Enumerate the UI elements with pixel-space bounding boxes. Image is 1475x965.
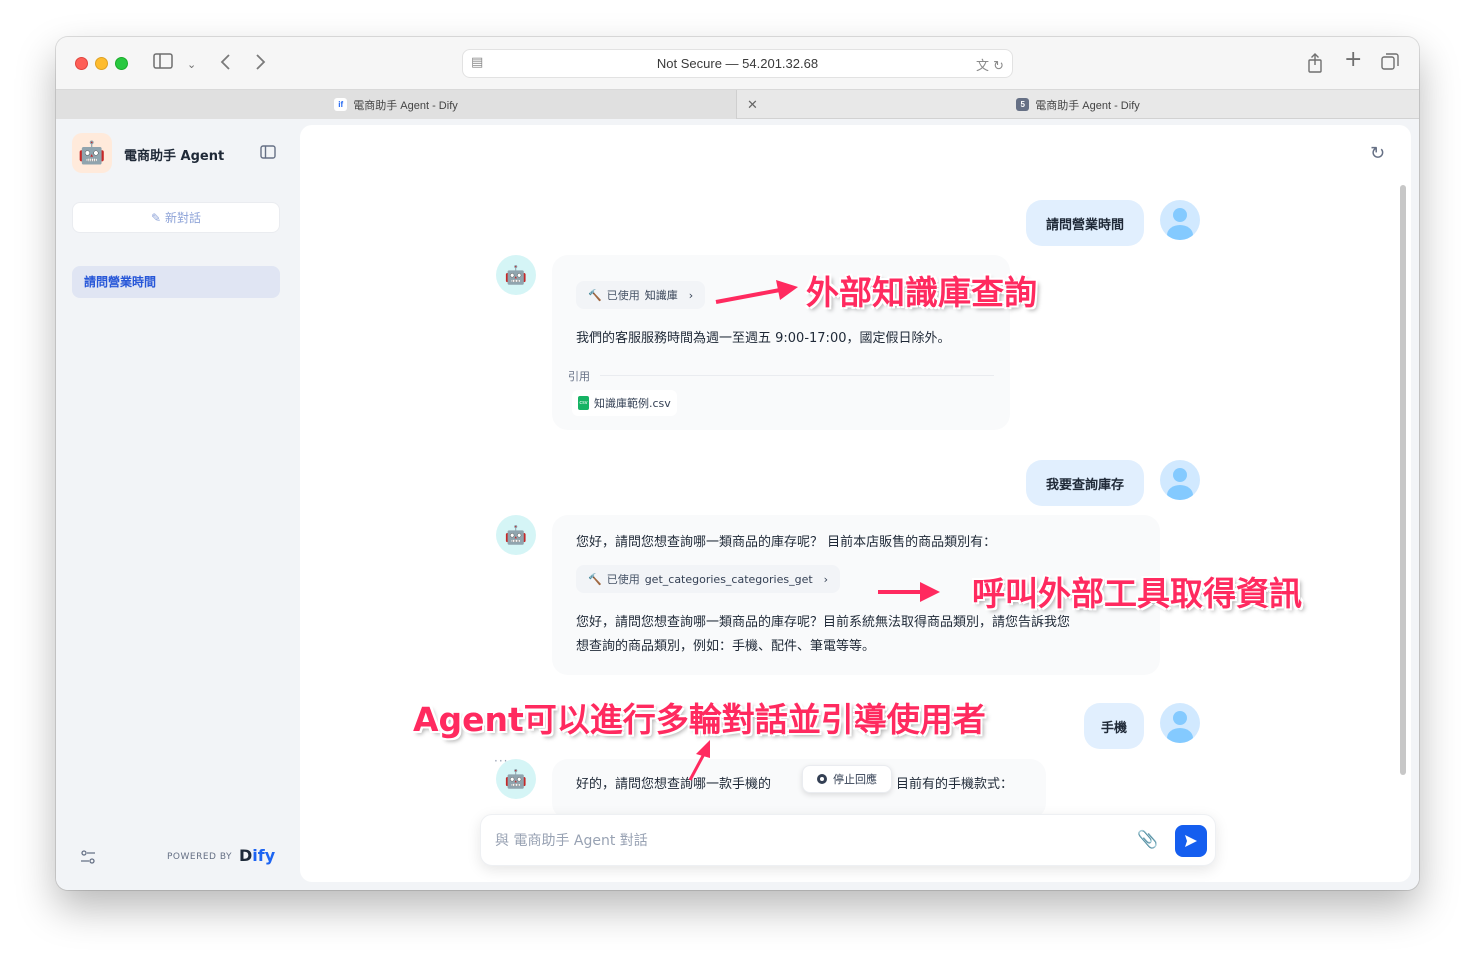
chevron-down-icon[interactable]: ⌄	[187, 55, 196, 75]
stop-label: 停止回應	[833, 773, 877, 786]
dify-logo: Dify	[239, 846, 276, 865]
stop-responding-button[interactable]: 停止回應	[802, 765, 892, 793]
chat-composer: 📎	[480, 814, 1216, 866]
tab-favicon-icon: 5	[1016, 98, 1030, 111]
assistant-message-text: 目前有的手機款式：	[896, 777, 1014, 792]
send-icon	[1185, 835, 1197, 847]
app-name: 電商助手 Agent	[124, 149, 225, 164]
tool-name: 知識庫	[644, 289, 678, 302]
translate-icon[interactable]: 文	[976, 59, 989, 74]
tool-used-label: 已使用	[606, 573, 640, 586]
csv-file-icon: csv	[578, 396, 589, 410]
citation-divider	[600, 375, 994, 376]
send-button[interactable]	[1175, 825, 1207, 857]
app-avatar-robot-icon: 🤖	[72, 133, 112, 173]
tab-inactive[interactable]: ✕ 5 電商助手 Agent - Dify	[737, 90, 1419, 119]
tab-title: 電商助手 Agent - Dify	[353, 99, 458, 112]
tool-hammer-icon: 🔨	[588, 288, 602, 302]
assistant-message-text: 想查詢的商品類別，例如：手機、配件、筆電等等。	[576, 639, 876, 654]
dify-favicon-icon: if	[334, 98, 348, 111]
paperclip-icon[interactable]: 📎	[1137, 830, 1158, 850]
user-avatar	[1160, 703, 1200, 743]
new-chat-label: 新對話	[165, 211, 202, 225]
tool-name: get_categories_categories_get	[644, 572, 813, 586]
chat-scrollbar[interactable]	[1400, 185, 1406, 775]
restart-conversation-icon[interactable]: ↻	[1370, 143, 1385, 164]
tab-bar: if 電商助手 Agent - Dify ✕ 5 電商助手 Agent - Di…	[56, 90, 1419, 119]
user-message: 手機	[1084, 703, 1144, 749]
user-avatar	[1160, 460, 1200, 500]
assistant-message-text: 我們的客服服務時間為週一至週五 9:00-17:00，國定假日除外。	[576, 331, 951, 346]
annotation-tool: 呼叫外部工具取得資訊	[972, 574, 1302, 613]
assistant-avatar-robot-icon: 🤖	[496, 759, 536, 799]
new-tab-icon[interactable]: +	[1344, 49, 1362, 71]
share-icon[interactable]	[1307, 53, 1323, 78]
sidebar-toggle-icon[interactable]	[153, 53, 173, 74]
assistant-message-text: 您好，請問您想查詢哪一類商品的庫存呢？ 目前本店販售的商品類別有：	[576, 535, 997, 550]
assistant-avatar-robot-icon: 🤖	[496, 515, 536, 555]
citation-file-name: 知識庫範例.csv	[594, 397, 671, 410]
tab-overview-icon[interactable]	[1381, 53, 1399, 76]
citation-label: 引用	[568, 370, 590, 383]
powered-by-label: POWERED BY	[167, 852, 233, 862]
browser-window: ⌄ ▤ Not Secure — 54.201.32.68 文 ↻ + if 電…	[56, 37, 1419, 890]
collapse-sidebar-icon[interactable]	[260, 145, 276, 163]
annotation-arrow-tool	[878, 582, 940, 602]
sidebar-item-conversation[interactable]: 請問營業時間	[72, 266, 280, 298]
assistant-message: 好的，請問您想查詢哪一款手機的 目前有的手機款式：	[552, 759, 1046, 819]
chat-input[interactable]	[495, 829, 1115, 853]
maximize-window-button[interactable]	[115, 57, 128, 70]
tool-used-chip[interactable]: 🔨 已使用 知識庫 ›	[576, 281, 706, 309]
assistant-message-text: 好的，請問您想查詢哪一款手機的	[576, 777, 772, 792]
user-message: 我要查詢庫存	[1026, 460, 1144, 506]
tab-title: 電商助手 Agent - Dify	[1035, 99, 1140, 112]
close-window-button[interactable]	[75, 57, 88, 70]
tab-active[interactable]: if 電商助手 Agent - Dify	[56, 90, 737, 119]
new-chat-button[interactable]: ✎ 新對話	[72, 202, 280, 233]
url-text[interactable]: Not Secure — 54.201.32.68	[463, 56, 1012, 71]
stop-icon	[817, 774, 827, 784]
chat-panel: ↻ 請問營業時間 🤖 🔨 已使用 知識庫 › 我們的客服服務時間為週一至週五 9…	[300, 125, 1411, 882]
dify-app: 🤖 電商助手 Agent ✎ 新對話 請問營業時間 POWERED BY Dif…	[56, 119, 1419, 890]
user-message: 請問營業時間	[1026, 200, 1144, 246]
edit-icon: ✎	[150, 210, 162, 225]
reload-icon[interactable]: ↻	[993, 59, 1004, 74]
assistant-avatar-robot-icon: 🤖	[496, 255, 536, 295]
forward-icon[interactable]	[255, 53, 267, 76]
close-tab-icon[interactable]: ✕	[747, 97, 758, 113]
browser-titlebar: ⌄ ▤ Not Secure — 54.201.32.68 文 ↻ +	[56, 37, 1419, 90]
minimize-window-button[interactable]	[95, 57, 108, 70]
tool-used-chip[interactable]: 🔨 已使用 get_categories_categories_get ›	[576, 565, 841, 593]
citation-file[interactable]: csv 知識庫範例.csv	[572, 390, 677, 416]
sidebar: 🤖 電商助手 Agent ✎ 新對話 請問營業時間 POWERED BY Dif…	[56, 119, 300, 890]
annotation-arrow-multiturn	[688, 740, 710, 781]
user-avatar	[1160, 200, 1200, 240]
chevron-right-icon: ›	[688, 288, 694, 302]
annotation-arrow-knowledge	[715, 280, 798, 304]
annotation-multiturn: Agent可以進行多輪對話並引導使用者	[413, 700, 986, 739]
chevron-right-icon: ›	[823, 572, 829, 586]
tool-used-label: 已使用	[606, 289, 640, 302]
address-bar[interactable]: ▤ Not Secure — 54.201.32.68 文 ↻	[462, 49, 1013, 78]
annotation-knowledge: 外部知識庫查詢	[806, 273, 1037, 312]
settings-sliders-icon[interactable]	[80, 850, 96, 868]
back-icon[interactable]	[219, 53, 231, 76]
tool-hammer-icon: 🔨	[588, 572, 602, 586]
